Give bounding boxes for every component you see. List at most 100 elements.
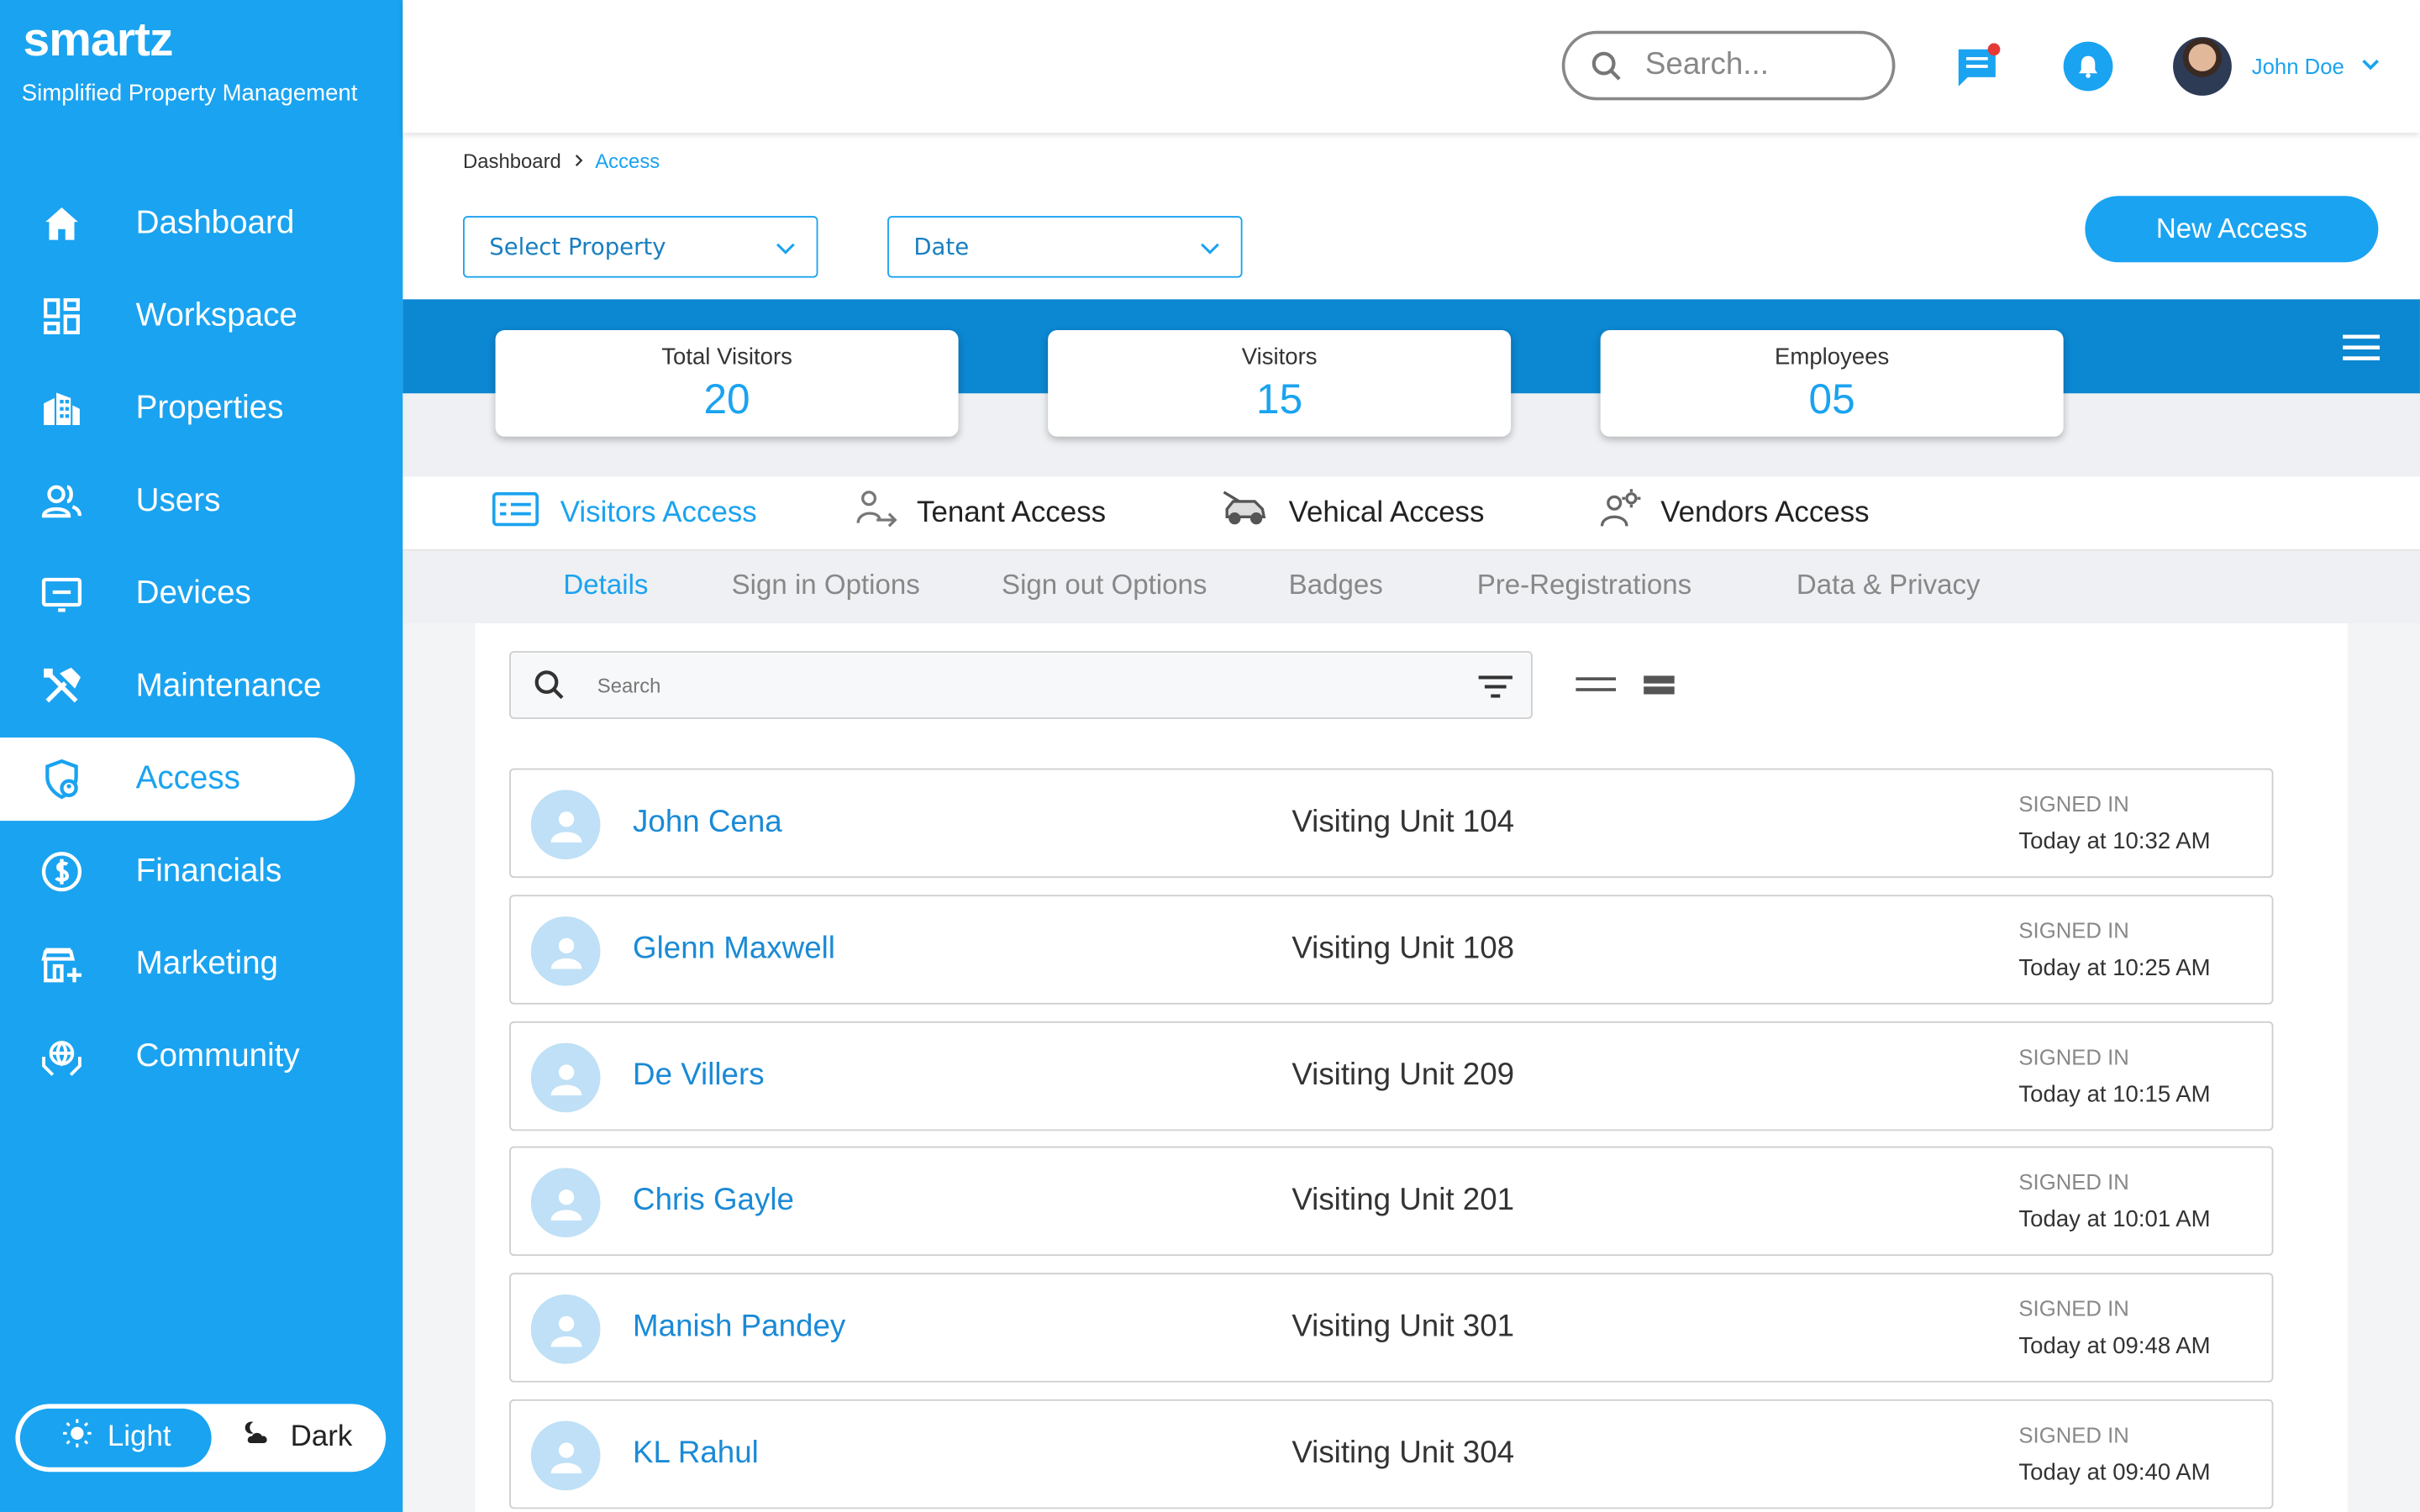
visitor-time: Today at 10:01 AM: [2018, 1206, 2211, 1233]
sidebar-item-properties[interactable]: Properties: [0, 367, 402, 450]
stat-card-employees[interactable]: Employees 05: [1600, 330, 2064, 437]
app-logo[interactable]: smartz: [24, 13, 174, 68]
sidebar-item-workspace[interactable]: Workspace: [0, 275, 402, 358]
top-bar: Search... John Doe: [402, 0, 2420, 133]
breadcrumb-root[interactable]: Dashboard: [463, 150, 561, 173]
vendor-icon: [1599, 487, 1642, 539]
visitor-unit: Visiting Unit 201: [1292, 1183, 1515, 1218]
visitor-time: Today at 09:40 AM: [2018, 1459, 2211, 1486]
visitor-unit: Visiting Unit 301: [1292, 1310, 1515, 1344]
dollar-icon: [37, 847, 87, 896]
sidebar-item-dashboard[interactable]: Dashboard: [0, 182, 402, 265]
visitor-name[interactable]: Glenn Maxwell: [633, 932, 835, 967]
visitor-row[interactable]: De Villers Visiting Unit 209 SIGNED IN T…: [509, 1021, 2274, 1131]
theme-light-label: Light: [107, 1420, 171, 1454]
chevron-down-icon[interactable]: [2358, 52, 2382, 85]
sidebar-item-marketing[interactable]: Marketing: [0, 922, 402, 1005]
visitor-row[interactable]: Glenn Maxwell Visiting Unit 108 SIGNED I…: [509, 895, 2274, 1005]
visitor-unit: Visiting Unit 209: [1292, 1058, 1515, 1093]
date-select[interactable]: Date: [887, 216, 1243, 278]
sidebar-item-label: Access: [135, 760, 240, 796]
chevron-down-icon: [773, 236, 797, 267]
filter-icon[interactable]: [1478, 673, 1512, 706]
tab-badges[interactable]: Badges: [1289, 570, 1383, 602]
visitor-time: Today at 10:15 AM: [2018, 1081, 2211, 1108]
global-search-input[interactable]: Search...: [1561, 30, 1896, 101]
visitor-time: Today at 10:25 AM: [2018, 954, 2211, 982]
visitor-row[interactable]: Manish Pandey Visiting Unit 301 SIGNED I…: [509, 1273, 2274, 1383]
app-tagline: Simplified Property Management: [21, 80, 358, 107]
tab-label: Vendors Access: [1660, 496, 1870, 529]
visitor-name[interactable]: Manish Pandey: [633, 1310, 845, 1345]
new-access-button[interactable]: New Access: [2085, 196, 2379, 263]
sub-tabs: Details Sign in Options Sign out Options…: [402, 550, 2420, 624]
stat-value: 15: [1256, 376, 1303, 423]
avatar[interactable]: [2173, 37, 2232, 96]
user-name[interactable]: John Doe: [2252, 54, 2344, 78]
visitor-status: SIGNED IN: [2018, 1169, 2129, 1194]
stat-card-visitors[interactable]: Visitors 15: [1048, 330, 1512, 437]
user-avatar-icon: [530, 790, 601, 860]
id-card-icon: [492, 491, 539, 535]
sidebar-item-community[interactable]: Community: [0, 1016, 402, 1099]
tab-visitors-access[interactable]: Visitors Access: [492, 477, 757, 551]
tab-data-privacy[interactable]: Data & Privacy: [1797, 570, 1981, 602]
tab-tenant-access[interactable]: Tenant Access: [855, 477, 1106, 551]
chevron-down-icon: [1197, 236, 1222, 267]
sun-icon: [61, 1418, 92, 1458]
visitor-search-placeholder: Search: [597, 673, 661, 697]
tab-label: Vehical Access: [1288, 496, 1485, 529]
sidebar-item-financials[interactable]: Financials: [0, 830, 402, 913]
sidebar-item-maintenance[interactable]: Maintenance: [0, 645, 402, 728]
tab-pre-registrations[interactable]: Pre-Registrations: [1477, 570, 1691, 602]
property-select[interactable]: Select Property: [463, 216, 818, 278]
messages-icon[interactable]: [1955, 43, 2002, 97]
tab-vendors-access[interactable]: Vendors Access: [1599, 477, 1870, 551]
visitor-status: SIGNED IN: [2018, 1422, 2129, 1447]
visitor-unit: Visiting Unit 108: [1292, 932, 1515, 966]
visitor-row[interactable]: John Cena Visiting Unit 104 SIGNED IN To…: [509, 768, 2274, 879]
theme-dark-button[interactable]: Dark: [212, 1409, 381, 1467]
tab-sign-out-options[interactable]: Sign out Options: [1002, 570, 1207, 602]
visitor-time: Today at 10:32 AM: [2018, 828, 2211, 855]
visitor-search-input[interactable]: Search: [509, 651, 1533, 719]
visitor-row[interactable]: KL Rahul Visiting Unit 304 SIGNED IN Tod…: [509, 1399, 2274, 1509]
globe-hands-icon: [37, 1032, 87, 1082]
theme-toggle: Light Dark: [15, 1404, 387, 1473]
property-select-value: Select Property: [489, 233, 666, 261]
stat-card-total-visitors[interactable]: Total Visitors 20: [495, 330, 959, 437]
moon-cloud-icon: [241, 1418, 275, 1458]
panel-gutter-right: [2347, 623, 2420, 1512]
visitor-name[interactable]: KL Rahul: [633, 1436, 759, 1472]
monitor-icon: [37, 570, 87, 619]
sidebar-item-devices[interactable]: Devices: [0, 553, 402, 636]
tab-sign-in-options[interactable]: Sign in Options: [732, 570, 920, 602]
sidebar-item-users[interactable]: Users: [0, 459, 402, 543]
building-icon: [37, 384, 87, 433]
tools-icon: [37, 662, 87, 711]
bell-icon[interactable]: [2063, 41, 2113, 92]
users-icon: [37, 477, 87, 527]
visitor-row[interactable]: Chris Gayle Visiting Unit 201 SIGNED IN …: [509, 1146, 2274, 1257]
view-list-icon[interactable]: [1644, 675, 1675, 704]
theme-light-button[interactable]: Light: [19, 1408, 213, 1467]
sidebar-item-label: Users: [135, 482, 221, 519]
search-icon: [533, 668, 566, 701]
global-search-placeholder: Search...: [1644, 47, 1769, 82]
sidebar-nav: Dashboard Workspace Properties Users Dev…: [0, 182, 402, 1108]
tab-vehical-access[interactable]: Vehical Access: [1221, 477, 1485, 551]
visitor-time: Today at 09:48 AM: [2018, 1332, 2211, 1360]
visitor-name[interactable]: John Cena: [633, 806, 782, 841]
stat-label: Total Visitors: [661, 344, 792, 370]
sidebar-item-label: Maintenance: [135, 668, 322, 704]
panel-gutter-left: [402, 623, 476, 1512]
sidebar-item-access[interactable]: Access: [0, 737, 355, 822]
view-compact-icon[interactable]: [1576, 675, 1617, 704]
theme-dark-label: Dark: [290, 1420, 353, 1454]
user-avatar-icon: [530, 1168, 601, 1238]
visitor-name[interactable]: De Villers: [633, 1058, 765, 1094]
visitor-name[interactable]: Chris Gayle: [633, 1184, 794, 1219]
tab-details[interactable]: Details: [563, 570, 648, 602]
sidebar-item-label: Properties: [135, 390, 284, 426]
menu-icon[interactable]: [2343, 332, 2381, 370]
